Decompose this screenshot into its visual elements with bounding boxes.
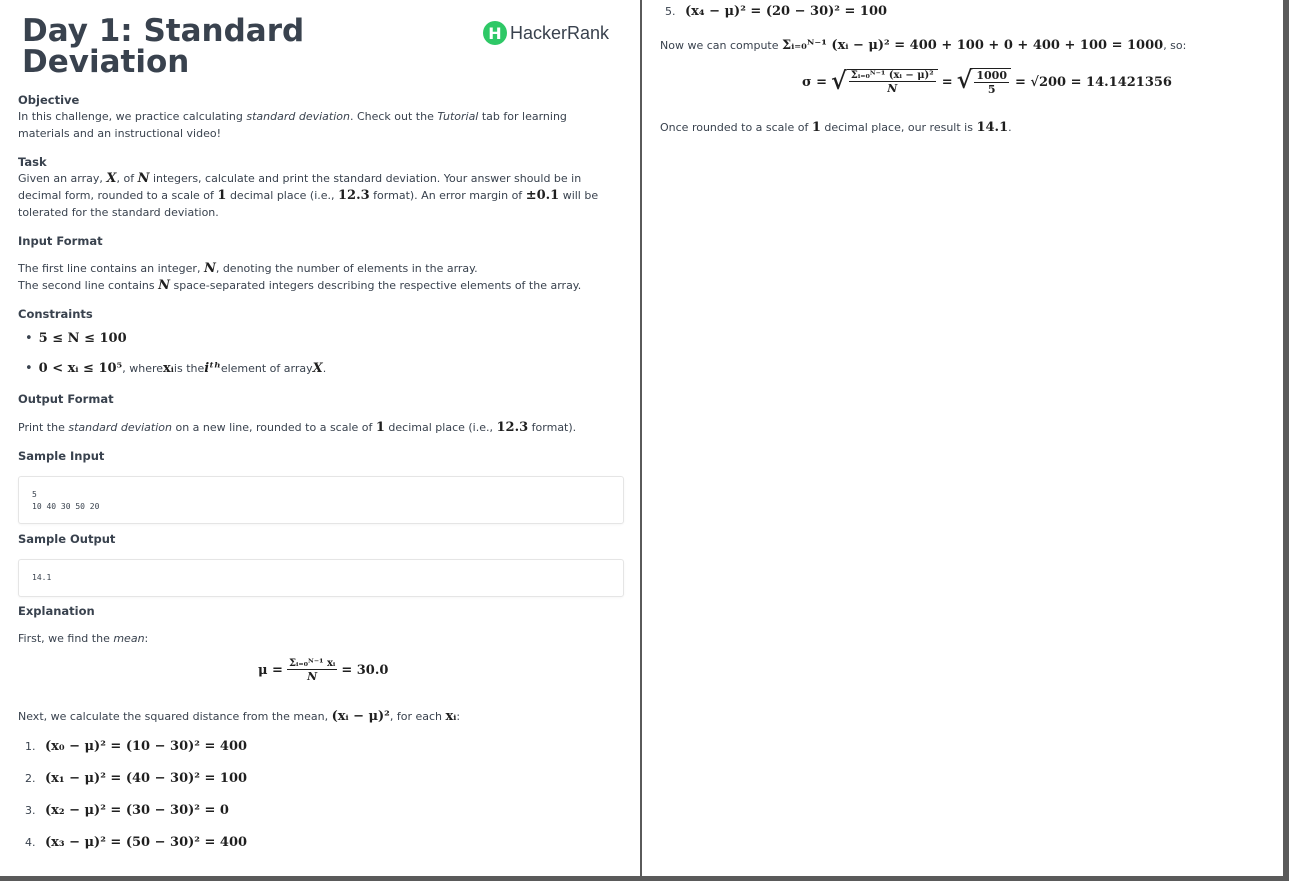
explanation-result: Once rounded to a scale of 1 decimal pla… xyxy=(660,120,1012,135)
output-format-text: Print the standard deviation on a new li… xyxy=(18,420,577,435)
sample-input-box: 5 10 40 30 50 20 xyxy=(18,476,624,524)
objective-heading: Objective xyxy=(18,93,80,107)
explanation-item-5: 5. (x₄ − μ)² = (20 − 30)² = 100 xyxy=(665,4,888,19)
explanation-item-1: 1. (x₀ − μ)² = (10 − 30)² = 400 xyxy=(25,739,248,754)
sample-input-line-2: 10 40 30 50 20 xyxy=(32,502,100,511)
input-format-line-1: The first line contains an integer, N, d… xyxy=(18,261,478,276)
sigma-formula: σ = √ Σᵢ₌₀ᴺ⁻¹ (xᵢ − μ)² N = √ 1000 5 = √200 … xyxy=(802,65,1172,97)
explanation-item-3: 3. (x₂ − μ)² = (30 − 30)² = 0 xyxy=(25,803,229,818)
hackerrank-logo: H HackerRank xyxy=(483,21,609,45)
output-format-heading: Output Format xyxy=(18,392,114,406)
sample-input-heading: Sample Input xyxy=(18,449,105,463)
explanation-compute: Now we can compute Σᵢ₌₀ᴺ⁻¹ (xᵢ − μ)² = 4… xyxy=(660,38,1187,53)
sample-output-heading: Sample Output xyxy=(18,532,116,546)
explanation-item-2: 2. (x₁ − μ)² = (40 − 30)² = 100 xyxy=(25,771,248,786)
explanation-heading: Explanation xyxy=(18,604,95,618)
page-left: Day 1: Standard Deviation H HackerRank Ob… xyxy=(0,0,640,876)
input-format-line-2: The second line contains N space-separat… xyxy=(18,278,582,293)
input-format-heading: Input Format xyxy=(18,234,103,248)
title-line-2: Deviation xyxy=(22,44,190,80)
task-text: Given an array, X, of N integers, calcul… xyxy=(18,171,599,219)
sample-output-box: 14.1 xyxy=(18,559,624,597)
page-right: 5. (x₄ − μ)² = (20 − 30)² = 100 Now we ca… xyxy=(642,0,1283,876)
explanation-next: Next, we calculate the squared distance … xyxy=(18,709,461,724)
explanation-first: First, we find the mean: xyxy=(18,632,149,645)
constraints-heading: Constraints xyxy=(18,307,93,321)
objective-text: In this challenge, we practice calculati… xyxy=(18,110,567,140)
sample-output-value: 14.1 xyxy=(32,573,52,582)
sample-input-line-1: 5 xyxy=(32,490,37,499)
mean-formula: μ = Σᵢ₌₀ᴺ⁻¹ xᵢ N = 30.0 xyxy=(258,658,389,683)
task-heading: Task xyxy=(18,155,47,169)
page-title: Day 1: Standard Deviation xyxy=(22,16,304,78)
hackerrank-logo-icon: H xyxy=(483,21,507,45)
constraint-item: • 5 ≤ N ≤ 100 xyxy=(25,331,127,346)
hackerrank-logo-text: HackerRank xyxy=(510,22,610,43)
explanation-item-4: 4. (x₃ − μ)² = (50 − 30)² = 400 xyxy=(25,835,248,850)
constraint-item: • 0 < xᵢ ≤ 10⁵, where xᵢ is the iᵗʰ eleme… xyxy=(25,361,327,376)
